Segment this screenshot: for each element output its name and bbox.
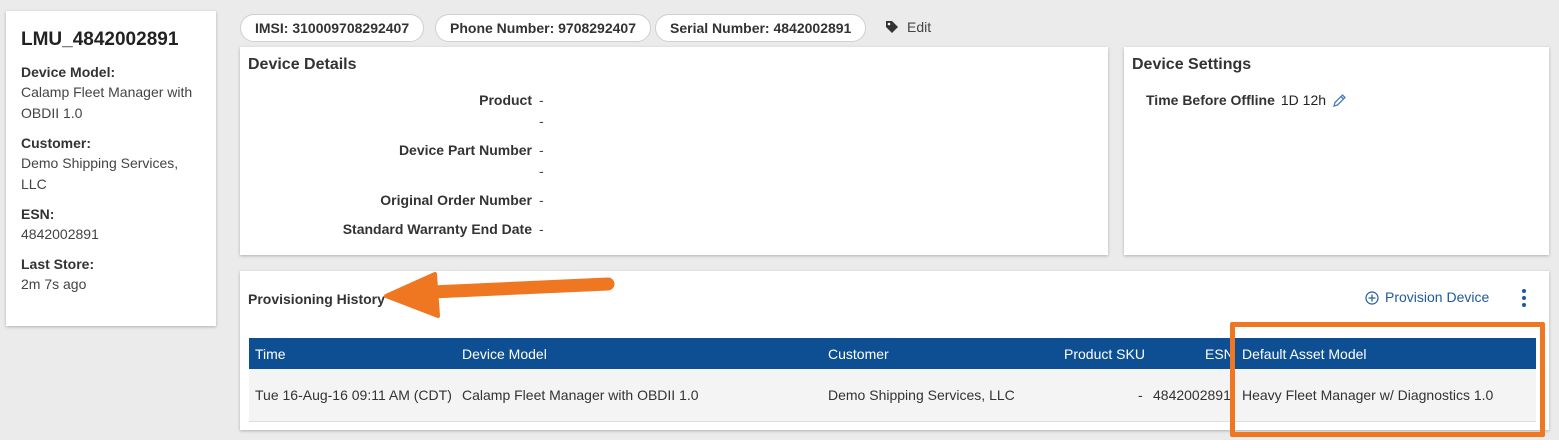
product-value: - — [539, 92, 544, 108]
imsi-chip: IMSI: 310009708292407 — [240, 14, 425, 42]
serial-chip: Serial Number: 4842002891 — [655, 14, 867, 42]
cell-product-sku: - — [1138, 387, 1143, 403]
column-header-time[interactable]: Time — [255, 346, 286, 362]
time-before-offline-label: Time Before Offline — [1146, 92, 1275, 108]
column-header-customer[interactable]: Customer — [828, 346, 889, 362]
customer-value: Demo Shipping Services, LLC — [21, 155, 179, 192]
column-header-product-sku[interactable]: Product SKU — [1064, 346, 1145, 362]
part-number-value-2: - — [539, 163, 544, 179]
more-options-icon[interactable] — [1519, 289, 1529, 309]
customer-label: Customer: — [21, 135, 92, 151]
cell-customer: Demo Shipping Services, LLC — [828, 387, 1015, 403]
pencil-icon[interactable] — [1332, 93, 1347, 108]
provision-device-label: Provision Device — [1385, 289, 1490, 305]
device-name-title: LMU_4842002891 — [21, 29, 179, 50]
device-model-value: Calamp Fleet Manager with OBDII 1.0 — [21, 84, 193, 121]
device-details-title: Device Details — [248, 56, 357, 73]
tag-icon — [886, 21, 898, 33]
esn-label: ESN: — [21, 206, 55, 222]
time-before-offline-value: 1D 12h — [1280, 92, 1327, 108]
cell-time: Tue 16-Aug-16 09:11 AM (CDT) — [255, 387, 452, 403]
provision-device-button[interactable]: Provision Device — [1365, 289, 1489, 305]
edit-label: Edit — [907, 19, 932, 35]
device-details-card: Device Details Product - - Device Part N… — [240, 47, 1108, 255]
device-settings-card: Device Settings Time Before Offline 1D 12… — [1124, 47, 1549, 255]
warranty-label: Standard Warranty End Date — [342, 221, 532, 237]
device-summary-card: LMU_4842002891 Device Model: Calamp Flee… — [6, 11, 216, 326]
plus-circle-icon — [1365, 291, 1379, 305]
device-model-label: Device Model: — [21, 64, 116, 80]
edit-tags-button[interactable]: Edit — [885, 19, 931, 35]
part-number-label: Device Part Number — [398, 142, 532, 158]
cell-esn: 4842002891 — [1153, 387, 1231, 403]
time-before-offline-row: Time Before Offline 1D 12h — [1146, 92, 1347, 108]
warranty-value: - — [539, 221, 544, 237]
phone-chip: Phone Number: 9708292407 — [435, 14, 651, 42]
product-value-2: - — [539, 113, 544, 129]
provisioning-history-title: Provisioning History — [248, 291, 385, 307]
product-label: Product — [479, 92, 532, 108]
esn-value: 4842002891 — [21, 226, 99, 242]
device-settings-title: Device Settings — [1132, 56, 1252, 73]
column-header-device-model[interactable]: Device Model — [462, 346, 547, 362]
order-number-value: - — [539, 192, 544, 208]
arrow-annotation — [384, 272, 615, 318]
last-store-label: Last Store: — [21, 256, 95, 272]
last-store-value: 2m 7s ago — [21, 276, 87, 292]
part-number-value: - — [539, 142, 544, 158]
highlight-box-annotation — [1230, 322, 1545, 437]
cell-device-model: Calamp Fleet Manager with OBDII 1.0 — [462, 387, 699, 403]
order-number-label: Original Order Number — [380, 192, 532, 208]
